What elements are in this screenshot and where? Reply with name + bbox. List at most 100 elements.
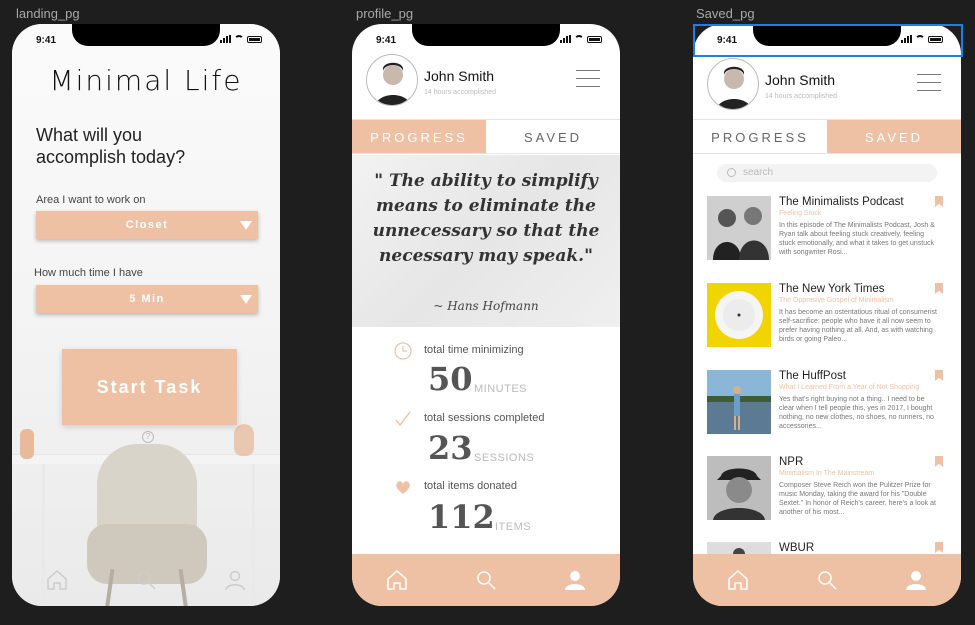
saved-item-description: Composer Steve Reich won the Pulitzer Pr… <box>779 482 936 516</box>
segment-control: PROGRESS SAVED <box>693 119 961 154</box>
search-input[interactable]: search <box>717 164 937 182</box>
battery-icon <box>247 35 262 43</box>
time-dropdown[interactable]: 5 Min <box>36 285 258 313</box>
user-name: John Smith <box>424 68 495 84</box>
status-icons <box>220 35 262 43</box>
home-icon[interactable] <box>42 565 72 595</box>
saved-item-title: NPR <box>779 456 804 468</box>
user-hours: 14 hours accomplished <box>765 93 837 100</box>
portrait-thumbnail <box>707 456 771 520</box>
stat-value-items: 112 <box>428 498 495 536</box>
battery-icon <box>928 35 943 43</box>
bookmark-icon[interactable] <box>935 542 943 553</box>
bookmark-icon[interactable] <box>935 370 943 381</box>
saved-item-subtitle: Minimalism In The Mainstream <box>779 470 875 477</box>
stat-unit-items: ITEMS <box>495 521 532 533</box>
stat-unit-sessions: SESSIONS <box>474 452 535 464</box>
wifi-icon <box>234 35 244 43</box>
saved-item-description: Yes that's right buying not a thing.. I … <box>779 396 934 430</box>
home-icon[interactable] <box>723 565 753 595</box>
start-task-button[interactable]: Start Task <box>62 349 237 425</box>
help-icon[interactable]: ? <box>142 431 154 443</box>
tab-bar <box>12 554 280 606</box>
profile-icon[interactable] <box>220 565 250 595</box>
clock-icon <box>394 342 412 360</box>
tab-bar <box>693 554 961 606</box>
time-label: How much time I have <box>34 267 143 279</box>
prompt-question: What will you accomplish today? <box>36 125 186 167</box>
avatar[interactable] <box>707 58 759 110</box>
menu-icon[interactable] <box>576 70 600 94</box>
saved-item-title: The New York Times <box>779 283 885 295</box>
profile-icon[interactable] <box>560 565 590 595</box>
quote-author: ~ Hans Hofmann <box>433 299 539 313</box>
frame-label-landing: landing_pg <box>16 6 80 21</box>
saved-item-title: The Minimalists Podcast <box>779 196 904 208</box>
saved-item-description: In this episode of The Minimalists Podca… <box>779 222 935 256</box>
search-icon[interactable] <box>812 565 842 595</box>
saved-item-title: The HuffPost <box>779 370 846 382</box>
bookmark-icon[interactable] <box>935 196 943 207</box>
area-dropdown-value: Closet <box>125 219 169 231</box>
area-dropdown[interactable]: Closet <box>36 211 258 239</box>
search-placeholder: search <box>743 167 774 178</box>
saved-item[interactable]: The Minimalists Podcast Feeling Stuck In… <box>707 196 947 266</box>
search-icon[interactable] <box>131 565 161 595</box>
landing-screen: ? 9:41 Minimal Life What will you accomp… <box>12 24 280 606</box>
time-dropdown-value: 5 Min <box>129 293 165 305</box>
saved-item-subtitle: Feeling Stuck <box>779 210 822 217</box>
battery-icon <box>587 35 602 43</box>
status-time: 9:41 <box>36 35 57 46</box>
profile-header: John Smith 14 hours accomplished <box>352 52 620 118</box>
saved-item[interactable]: The HuffPost What I Learned From a Year … <box>707 370 947 440</box>
saved-item[interactable]: NPR Minimalism In The Mainstream Compose… <box>707 456 947 526</box>
vase-decoration <box>20 429 34 459</box>
wifi-icon <box>574 35 584 43</box>
check-icon <box>394 410 412 428</box>
app-title: Minimal Life <box>49 64 243 97</box>
notch <box>72 24 220 46</box>
notch <box>753 24 901 46</box>
status-icons <box>901 35 943 43</box>
quote-text: " The ability to simplify means to elimi… <box>372 171 600 266</box>
saved-item-subtitle: What I Learned From a Year of Not Shoppi… <box>779 384 920 391</box>
dropdown-arrow-icon <box>240 295 252 304</box>
home-icon[interactable] <box>382 565 412 595</box>
saved-screen: 9:41 John Smith 14 hours accomplished PR… <box>693 24 961 606</box>
saved-item-title: WBUR <box>779 542 815 554</box>
quote-card: " The ability to simplify means to elimi… <box>352 155 620 327</box>
stat-label-time: total time minimizing <box>424 344 524 356</box>
profile-screen: 9:41 John Smith 14 hours accomplished PR… <box>352 24 620 606</box>
tab-saved[interactable]: SAVED <box>486 120 620 153</box>
tab-progress[interactable]: PROGRESS <box>352 120 486 153</box>
search-icon[interactable] <box>471 565 501 595</box>
bookmark-icon[interactable] <box>935 456 943 467</box>
heart-icon <box>394 478 412 496</box>
beach-thumbnail <box>707 370 771 434</box>
frame-label-profile: profile_pg <box>356 6 414 21</box>
saved-item-description: It has become an ostentatious ritual of … <box>779 309 937 343</box>
profile-icon[interactable] <box>901 565 931 595</box>
wifi-icon <box>915 35 925 43</box>
bookmark-icon[interactable] <box>935 283 943 294</box>
dropdown-arrow-icon <box>240 221 252 230</box>
plate-thumbnail <box>707 283 771 347</box>
menu-icon[interactable] <box>917 74 941 98</box>
segment-control: PROGRESS SAVED <box>352 119 620 154</box>
signal-icon <box>220 35 231 43</box>
avatar[interactable] <box>366 54 418 106</box>
status-time: 9:41 <box>717 35 738 46</box>
user-hours: 14 hours accomplished <box>424 89 496 96</box>
stat-value-time: 50 <box>428 360 473 398</box>
podcast-thumbnail <box>707 196 771 260</box>
frame-label-saved: Saved_pg <box>696 6 755 21</box>
stat-value-sessions: 23 <box>428 429 473 467</box>
profile-header: John Smith 14 hours accomplished <box>693 56 961 122</box>
saved-item[interactable]: The New York Times The Oppresive Gospel … <box>707 283 947 353</box>
user-name: John Smith <box>765 72 836 88</box>
tab-progress[interactable]: PROGRESS <box>693 120 827 153</box>
tab-saved[interactable]: SAVED <box>827 120 961 153</box>
notch <box>412 24 560 46</box>
area-label: Area I want to work on <box>36 194 146 206</box>
tab-bar <box>352 554 620 606</box>
